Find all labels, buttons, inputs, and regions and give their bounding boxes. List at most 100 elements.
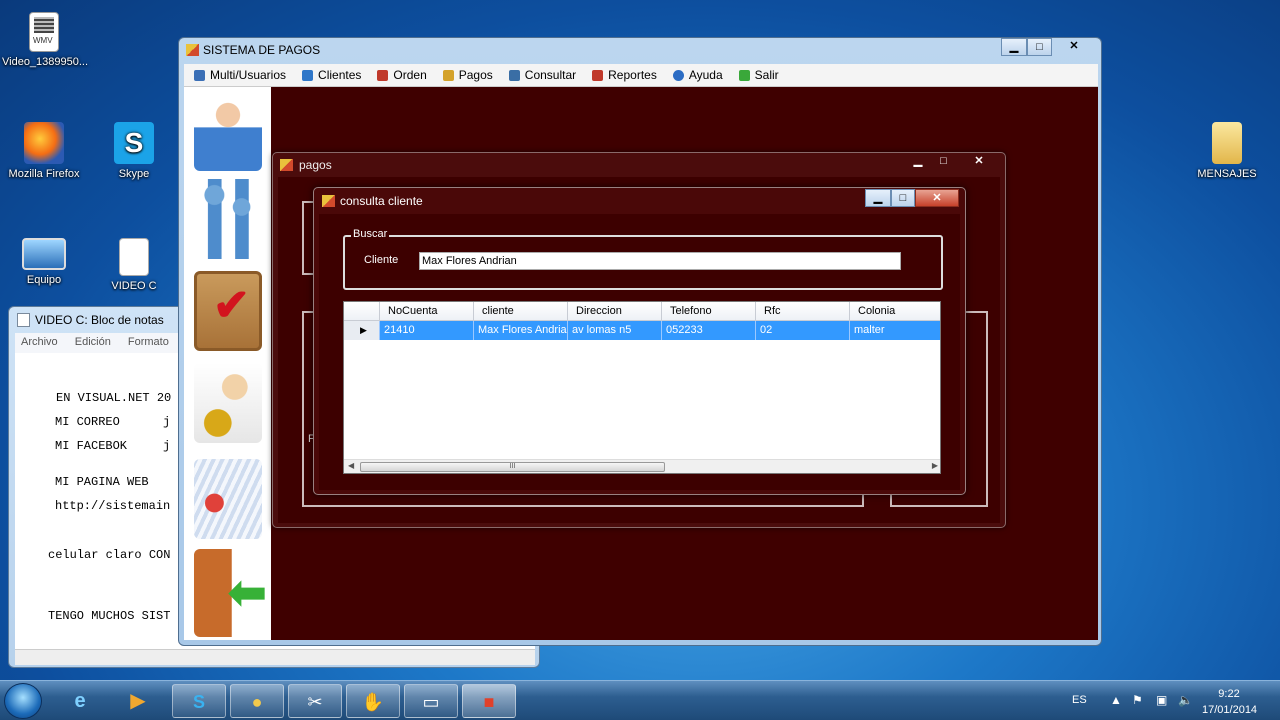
skype-taskbar-button[interactable]: S bbox=[172, 684, 226, 718]
table-cell[interactable]: Max Flores Andrian bbox=[474, 321, 568, 340]
maximize-button[interactable]: □ bbox=[1027, 38, 1052, 56]
scroll-thumb[interactable]: III bbox=[360, 462, 665, 472]
window-controls: ▁ □ ✕ bbox=[905, 153, 1002, 171]
system-tray: ES ▲ ⚑ ▣ 🔈 9:22 17/01/2014 bbox=[1070, 681, 1270, 720]
clientes-data-grid[interactable]: NoCuenta cliente Direccion Telefono Rfc … bbox=[343, 301, 941, 474]
folder-icon bbox=[1212, 122, 1242, 164]
row-selector-arrow-icon[interactable]: ▶ bbox=[344, 321, 380, 340]
help-icon bbox=[672, 69, 684, 81]
column-header-colonia[interactable]: Colonia bbox=[850, 302, 940, 321]
snipping-tool-icon: ✂ bbox=[307, 692, 323, 712]
notepad-line: celular claro CON bbox=[48, 548, 171, 562]
table-cell[interactable]: 052233 bbox=[662, 321, 756, 340]
grid-horizontal-scrollbar[interactable]: ◀ III ▶ bbox=[344, 459, 940, 473]
volume-icon[interactable]: 🔈 bbox=[1178, 693, 1193, 707]
action-center-flag-icon[interactable]: ⚑ bbox=[1132, 693, 1143, 707]
computer-icon bbox=[22, 238, 66, 270]
clock-time: 9:22 bbox=[1218, 688, 1240, 700]
menu-consultar[interactable]: Consultar bbox=[508, 68, 576, 82]
notepad-menu-archivo[interactable]: Archivo bbox=[21, 336, 58, 348]
notepad-horizontal-scrollbar[interactable] bbox=[15, 649, 535, 665]
close-button[interactable]: ✕ bbox=[956, 153, 1002, 171]
start-orb-icon[interactable] bbox=[4, 683, 42, 719]
notepad-icon bbox=[17, 313, 30, 327]
scroll-left-arrow-icon[interactable]: ◀ bbox=[348, 461, 354, 470]
menu-bar: Multi/Usuarios Clientes Orden Pagos Cons… bbox=[184, 64, 1098, 87]
window-controls: ▁ □ ✕ bbox=[1001, 38, 1096, 56]
close-button[interactable]: ✕ bbox=[915, 189, 959, 207]
desktop-icon-label: Equipo bbox=[26, 274, 62, 286]
desktop-icon-firefox[interactable]: Mozilla Firefox bbox=[2, 122, 86, 180]
skype-icon: S bbox=[114, 122, 154, 164]
scroll-right-arrow-icon[interactable]: ▶ bbox=[932, 461, 938, 470]
clock[interactable]: 9:22 17/01/2014 bbox=[1202, 686, 1257, 718]
menu-orden[interactable]: Orden bbox=[377, 68, 427, 82]
users-icon bbox=[194, 69, 205, 81]
column-header-rfc[interactable]: Rfc bbox=[756, 302, 850, 321]
table-cell[interactable]: malter bbox=[850, 321, 940, 340]
consulta-cliente-window[interactable]: consulta cliente ▁ □ ✕ Buscar Cliente No… bbox=[313, 187, 966, 495]
menu-pagos[interactable]: Pagos bbox=[442, 68, 493, 82]
maximize-button[interactable]: □ bbox=[931, 153, 956, 171]
show-hidden-icons-icon[interactable]: ▲ bbox=[1110, 693, 1122, 707]
notepad-line: TENGO MUCHOS SIST bbox=[48, 609, 171, 623]
snipping-taskbar-button[interactable]: ✂ bbox=[288, 684, 342, 718]
notepad-line: MI PAGINA WEB bbox=[55, 475, 149, 489]
notepad-line: EN VISUAL.NET 20 bbox=[56, 391, 172, 405]
notepad-menu-formato[interactable]: Formato bbox=[128, 336, 169, 348]
media-player-icon[interactable]: ▶ bbox=[120, 685, 156, 717]
app-taskbar-button[interactable]: ■ bbox=[462, 684, 516, 718]
table-cell[interactable]: 02 bbox=[756, 321, 850, 340]
cliente-search-input[interactable] bbox=[419, 252, 901, 270]
minimize-button[interactable]: ▁ bbox=[905, 153, 931, 171]
menu-multi-usuarios[interactable]: Multi/Usuarios bbox=[194, 68, 286, 82]
window-title: SISTEMA DE PAGOS bbox=[203, 43, 321, 57]
payments-icon bbox=[442, 69, 454, 81]
desktop-icon-video[interactable]: WMV Video_1389950... bbox=[2, 12, 89, 68]
column-header-telefono[interactable]: Telefono bbox=[662, 302, 756, 321]
user-avatar-icon[interactable] bbox=[194, 91, 262, 171]
desktop-icon-video-c[interactable]: VIDEO C bbox=[92, 238, 176, 292]
sidebar-toolbar: ✔ ⬅ bbox=[184, 87, 271, 640]
chart-report-icon[interactable] bbox=[194, 459, 262, 539]
desktop-icon-equipo[interactable]: Equipo bbox=[2, 238, 86, 286]
table-cell[interactable]: 21410 bbox=[380, 321, 474, 340]
internet-explorer-icon[interactable]: e bbox=[62, 685, 98, 717]
app-icon bbox=[186, 44, 199, 56]
close-button[interactable]: ✕ bbox=[1052, 38, 1096, 56]
table-cell[interactable]: av lomas n5 bbox=[568, 321, 662, 340]
order-icon bbox=[377, 69, 389, 81]
notepad-line: MI CORREO j bbox=[55, 415, 171, 429]
minimize-button[interactable]: ▁ bbox=[1001, 38, 1027, 56]
column-header-direccion[interactable]: Direccion bbox=[568, 302, 662, 321]
clipboard-check-icon[interactable]: ✔ bbox=[194, 271, 262, 351]
menu-ayuda[interactable]: Ayuda bbox=[672, 68, 723, 82]
desktop-icon-mensajes[interactable]: MENSAJES bbox=[1185, 122, 1269, 180]
column-header-nocuenta[interactable]: NoCuenta bbox=[380, 302, 474, 321]
notepad-menu-edicion[interactable]: Edición bbox=[75, 336, 111, 348]
firefox-icon bbox=[24, 122, 64, 164]
game-taskbar-button[interactable]: ✋ bbox=[346, 684, 400, 718]
desktop-icon-label: Video_1389950... bbox=[2, 56, 89, 68]
notepad-taskbar-button[interactable]: ▭ bbox=[404, 684, 458, 718]
network-icon[interactable]: ▣ bbox=[1156, 693, 1167, 707]
notepad-icon: ▭ bbox=[422, 692, 440, 712]
column-header-cliente[interactable]: cliente bbox=[474, 302, 568, 321]
cashier-payment-icon[interactable] bbox=[194, 363, 262, 443]
window-controls: ▁ □ ✕ bbox=[865, 189, 959, 207]
table-row[interactable]: ▶ 21410 Max Flores Andrian av lomas n5 0… bbox=[344, 321, 940, 340]
app-icon: ■ bbox=[483, 692, 495, 712]
exit-door-icon[interactable]: ⬅ bbox=[194, 549, 267, 637]
menu-reportes[interactable]: Reportes bbox=[592, 68, 657, 82]
notepad-line: MI FACEBOK j bbox=[55, 439, 171, 453]
maximize-button[interactable]: □ bbox=[891, 189, 915, 207]
clients-people-icon[interactable] bbox=[194, 179, 262, 259]
menu-clientes[interactable]: Clientes bbox=[302, 68, 361, 82]
paint-taskbar-button[interactable]: ● bbox=[230, 684, 284, 718]
desktop-icon-skype[interactable]: S Skype bbox=[92, 122, 176, 180]
menu-salir[interactable]: Salir bbox=[738, 68, 779, 82]
exit-icon bbox=[738, 69, 750, 81]
minimize-button[interactable]: ▁ bbox=[865, 189, 891, 207]
language-indicator[interactable]: ES bbox=[1072, 694, 1087, 706]
wmv-file-icon: WMV bbox=[29, 12, 59, 52]
